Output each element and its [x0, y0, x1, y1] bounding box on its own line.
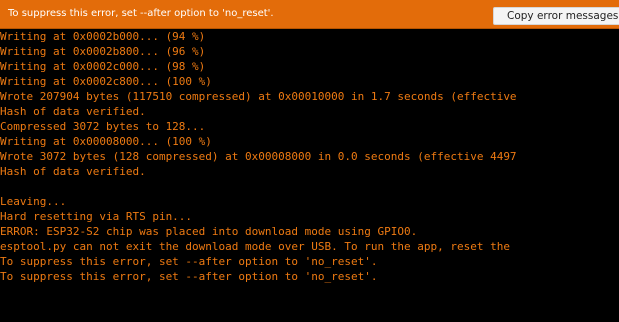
console-line: Writing at 0x00008000... (100 %) [0, 135, 212, 148]
console-line: Writing at 0x0002c800... (100 %) [0, 75, 212, 88]
error-message: To suppress this error, set --after opti… [8, 8, 274, 19]
console-line: Writing at 0x0002b800... (96 %) [0, 45, 206, 58]
console-line: To suppress this error, set --after opti… [0, 270, 378, 283]
console-line: Compressed 3072 bytes to 128... [0, 120, 206, 133]
console-line: Leaving... [0, 195, 67, 208]
console-line: Hard resetting via RTS pin... [0, 210, 193, 223]
console-line: ERROR: ESP32-S2 chip was placed into dow… [0, 225, 418, 238]
console-line: Writing at 0x0002c000... (98 %) [0, 60, 206, 73]
console-output[interactable]: Writing at 0x0002b000... (94 %) Writing … [0, 29, 619, 322]
console-line: Wrote 207904 bytes (117510 compressed) a… [0, 90, 517, 103]
console-line: To suppress this error, set --after opti… [0, 255, 378, 268]
console-line: esptool.py can not exit the download mod… [0, 240, 510, 253]
copy-error-messages-button[interactable]: Copy error messages [493, 7, 619, 25]
console-line: Hash of data verified. [0, 165, 146, 178]
console-line: Hash of data verified. [0, 105, 146, 118]
error-notification-bar: To suppress this error, set --after opti… [0, 0, 619, 29]
console-line: Wrote 3072 bytes (128 compressed) at 0x0… [0, 150, 517, 163]
arduino-output-window: To suppress this error, set --after opti… [0, 0, 619, 322]
console-line: Writing at 0x0002b000... (94 %) [0, 30, 206, 43]
